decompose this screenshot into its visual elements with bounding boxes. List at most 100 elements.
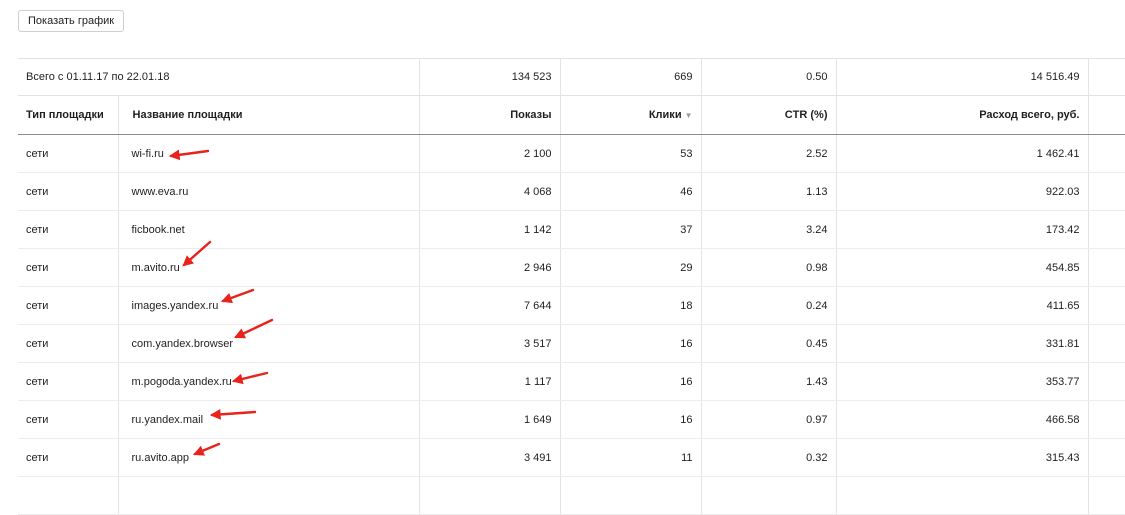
column-header-name[interactable]: Название площадки bbox=[118, 95, 420, 135]
row-site-name: images.yandex.ru bbox=[118, 286, 420, 325]
sort-descending-icon: ▼ bbox=[684, 111, 693, 120]
row-impressions: 1 649 bbox=[419, 400, 561, 439]
row-spacer bbox=[1088, 248, 1125, 287]
row-spacer bbox=[1088, 210, 1125, 249]
row-ctr: 1.13 bbox=[701, 172, 837, 211]
row-type bbox=[18, 476, 119, 515]
row-spacer bbox=[1088, 172, 1125, 211]
column-header-type[interactable]: Тип площадки bbox=[18, 95, 119, 135]
row-site-name: ficbook.net bbox=[118, 210, 420, 249]
row-site-name bbox=[118, 476, 420, 515]
row-impressions: 3 491 bbox=[419, 438, 561, 477]
row-clicks bbox=[560, 476, 702, 515]
row-cost: 454.85 bbox=[836, 248, 1089, 287]
row-site-name: m.avito.ru bbox=[118, 248, 420, 287]
row-impressions: 3 517 bbox=[419, 324, 561, 363]
row-site-name: www.eva.ru bbox=[118, 172, 420, 211]
row-clicks: 16 bbox=[560, 324, 702, 363]
row-clicks: 53 bbox=[560, 134, 702, 173]
row-clicks: 29 bbox=[560, 248, 702, 287]
totals-label: Всего с 01.11.17 по 22.01.18 bbox=[18, 58, 420, 96]
row-spacer bbox=[1088, 438, 1125, 477]
row-type: сети bbox=[18, 362, 119, 401]
row-ctr: 3.24 bbox=[701, 210, 837, 249]
table-row: сети www.eva.ru 4 068 46 1.13 922.03 bbox=[18, 172, 1125, 211]
row-clicks: 11 bbox=[560, 438, 702, 477]
column-header-clicks[interactable]: Клики ▼ bbox=[560, 95, 702, 135]
table-row: сети m.avito.ru 2 946 29 0.98 454.85 bbox=[18, 248, 1125, 287]
table-row: сети images.yandex.ru 7 644 18 0.24 411.65 bbox=[18, 286, 1125, 325]
row-type: сети bbox=[18, 172, 119, 211]
row-cost: 315.43 bbox=[836, 438, 1089, 477]
row-cost: 411.65 bbox=[836, 286, 1089, 325]
totals-cost: 14 516.49 bbox=[836, 58, 1089, 96]
row-cost: 331.81 bbox=[836, 324, 1089, 363]
report-table-container: Всего с 01.11.17 по 22.01.18 134 523 669… bbox=[18, 58, 1125, 515]
totals-impressions: 134 523 bbox=[419, 58, 561, 96]
row-cost: 1 462.41 bbox=[836, 134, 1089, 173]
row-ctr: 0.45 bbox=[701, 324, 837, 363]
row-spacer bbox=[1088, 324, 1125, 363]
row-ctr: 0.98 bbox=[701, 248, 837, 287]
row-impressions bbox=[419, 476, 561, 515]
row-type: сети bbox=[18, 324, 119, 363]
header-row: Тип площадки Название площадки Показы Кл… bbox=[18, 95, 1125, 135]
row-impressions: 7 644 bbox=[419, 286, 561, 325]
totals-clicks: 669 bbox=[560, 58, 702, 96]
table-row: сети m.pogoda.yandex.ru 1 117 16 1.43 353.77 bbox=[18, 362, 1125, 401]
row-clicks: 37 bbox=[560, 210, 702, 249]
totals-ctr: 0.50 bbox=[701, 58, 837, 96]
header-spacer bbox=[1088, 95, 1125, 135]
row-impressions: 4 068 bbox=[419, 172, 561, 211]
column-header-clicks-label: Клики bbox=[648, 109, 682, 121]
row-clicks: 16 bbox=[560, 400, 702, 439]
show-chart-button[interactable]: Показать график bbox=[18, 10, 125, 32]
row-impressions: 2 946 bbox=[419, 248, 561, 287]
table-row: сети com.yandex.browser 3 517 16 0.45 331.81 bbox=[18, 324, 1125, 363]
row-spacer bbox=[1088, 476, 1125, 515]
row-ctr: 0.97 bbox=[701, 400, 837, 439]
row-site-name: wi-fi.ru bbox=[118, 134, 420, 173]
row-cost: 353.77 bbox=[836, 362, 1089, 401]
row-clicks: 46 bbox=[560, 172, 702, 211]
row-type: сети bbox=[18, 438, 119, 477]
row-type: сети bbox=[18, 400, 119, 439]
row-type: сети bbox=[18, 248, 119, 287]
row-cost: 173.42 bbox=[836, 210, 1089, 249]
row-spacer bbox=[1088, 362, 1125, 401]
row-spacer bbox=[1088, 400, 1125, 439]
row-cost: 466.58 bbox=[836, 400, 1089, 439]
column-header-ctr[interactable]: CTR (%) bbox=[701, 95, 837, 135]
row-type: сети bbox=[18, 134, 119, 173]
row-site-name: m.pogoda.yandex.ru bbox=[118, 362, 420, 401]
totals-spacer bbox=[1088, 58, 1125, 96]
row-site-name: com.yandex.browser bbox=[118, 324, 420, 363]
row-cost bbox=[836, 476, 1089, 515]
row-ctr: 2.52 bbox=[701, 134, 837, 173]
table-row: сети ficbook.net 1 142 37 3.24 173.42 bbox=[18, 210, 1125, 249]
row-impressions: 1 117 bbox=[419, 362, 561, 401]
table-row bbox=[18, 476, 1125, 515]
row-clicks: 18 bbox=[560, 286, 702, 325]
totals-row: Всего с 01.11.17 по 22.01.18 134 523 669… bbox=[18, 58, 1125, 96]
row-ctr: 0.32 bbox=[701, 438, 837, 477]
table-row: сети wi-fi.ru 2 100 53 2.52 1 462.41 bbox=[18, 134, 1125, 173]
row-impressions: 1 142 bbox=[419, 210, 561, 249]
row-type: сети bbox=[18, 286, 119, 325]
row-spacer bbox=[1088, 134, 1125, 173]
row-cost: 922.03 bbox=[836, 172, 1089, 211]
row-site-name: ru.yandex.mail bbox=[118, 400, 420, 439]
row-ctr: 1.43 bbox=[701, 362, 837, 401]
row-impressions: 2 100 bbox=[419, 134, 561, 173]
row-type: сети bbox=[18, 210, 119, 249]
toolbar: Показать график bbox=[18, 10, 125, 32]
row-ctr bbox=[701, 476, 837, 515]
column-header-cost[interactable]: Расход всего, руб. bbox=[836, 95, 1089, 135]
table-body: сети wi-fi.ru 2 100 53 2.52 1 462.41 сети www.e… bbox=[18, 134, 1125, 515]
report-table: Всего с 01.11.17 по 22.01.18 134 523 669… bbox=[18, 58, 1125, 515]
column-header-impressions[interactable]: Показы bbox=[419, 95, 561, 135]
table-row: сети ru.yandex.mail 1 649 16 0.97 466.58 bbox=[18, 400, 1125, 439]
row-site-name: ru.avito.app bbox=[118, 438, 420, 477]
row-ctr: 0.24 bbox=[701, 286, 837, 325]
table-row: сети ru.avito.app 3 491 11 0.32 315.43 bbox=[18, 438, 1125, 477]
